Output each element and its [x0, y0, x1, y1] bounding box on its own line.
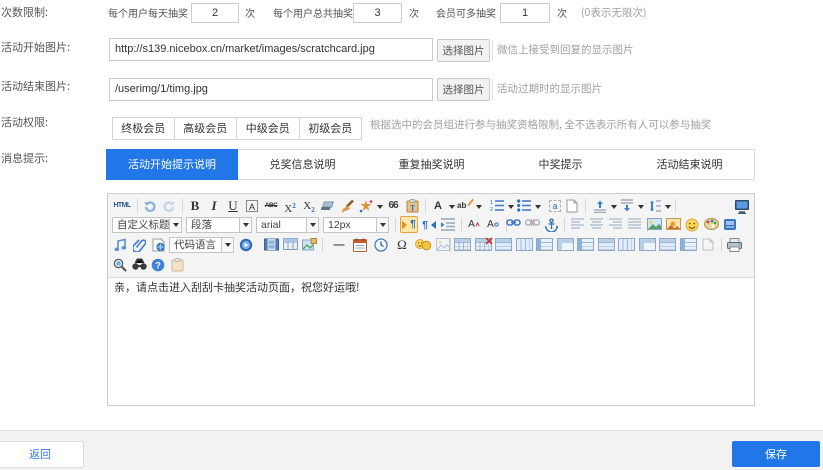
- svg-text:1: 1: [490, 200, 493, 206]
- svg-text:2: 2: [490, 207, 493, 212]
- svg-text:T: T: [409, 204, 415, 213]
- svg-text:?: ?: [155, 261, 161, 272]
